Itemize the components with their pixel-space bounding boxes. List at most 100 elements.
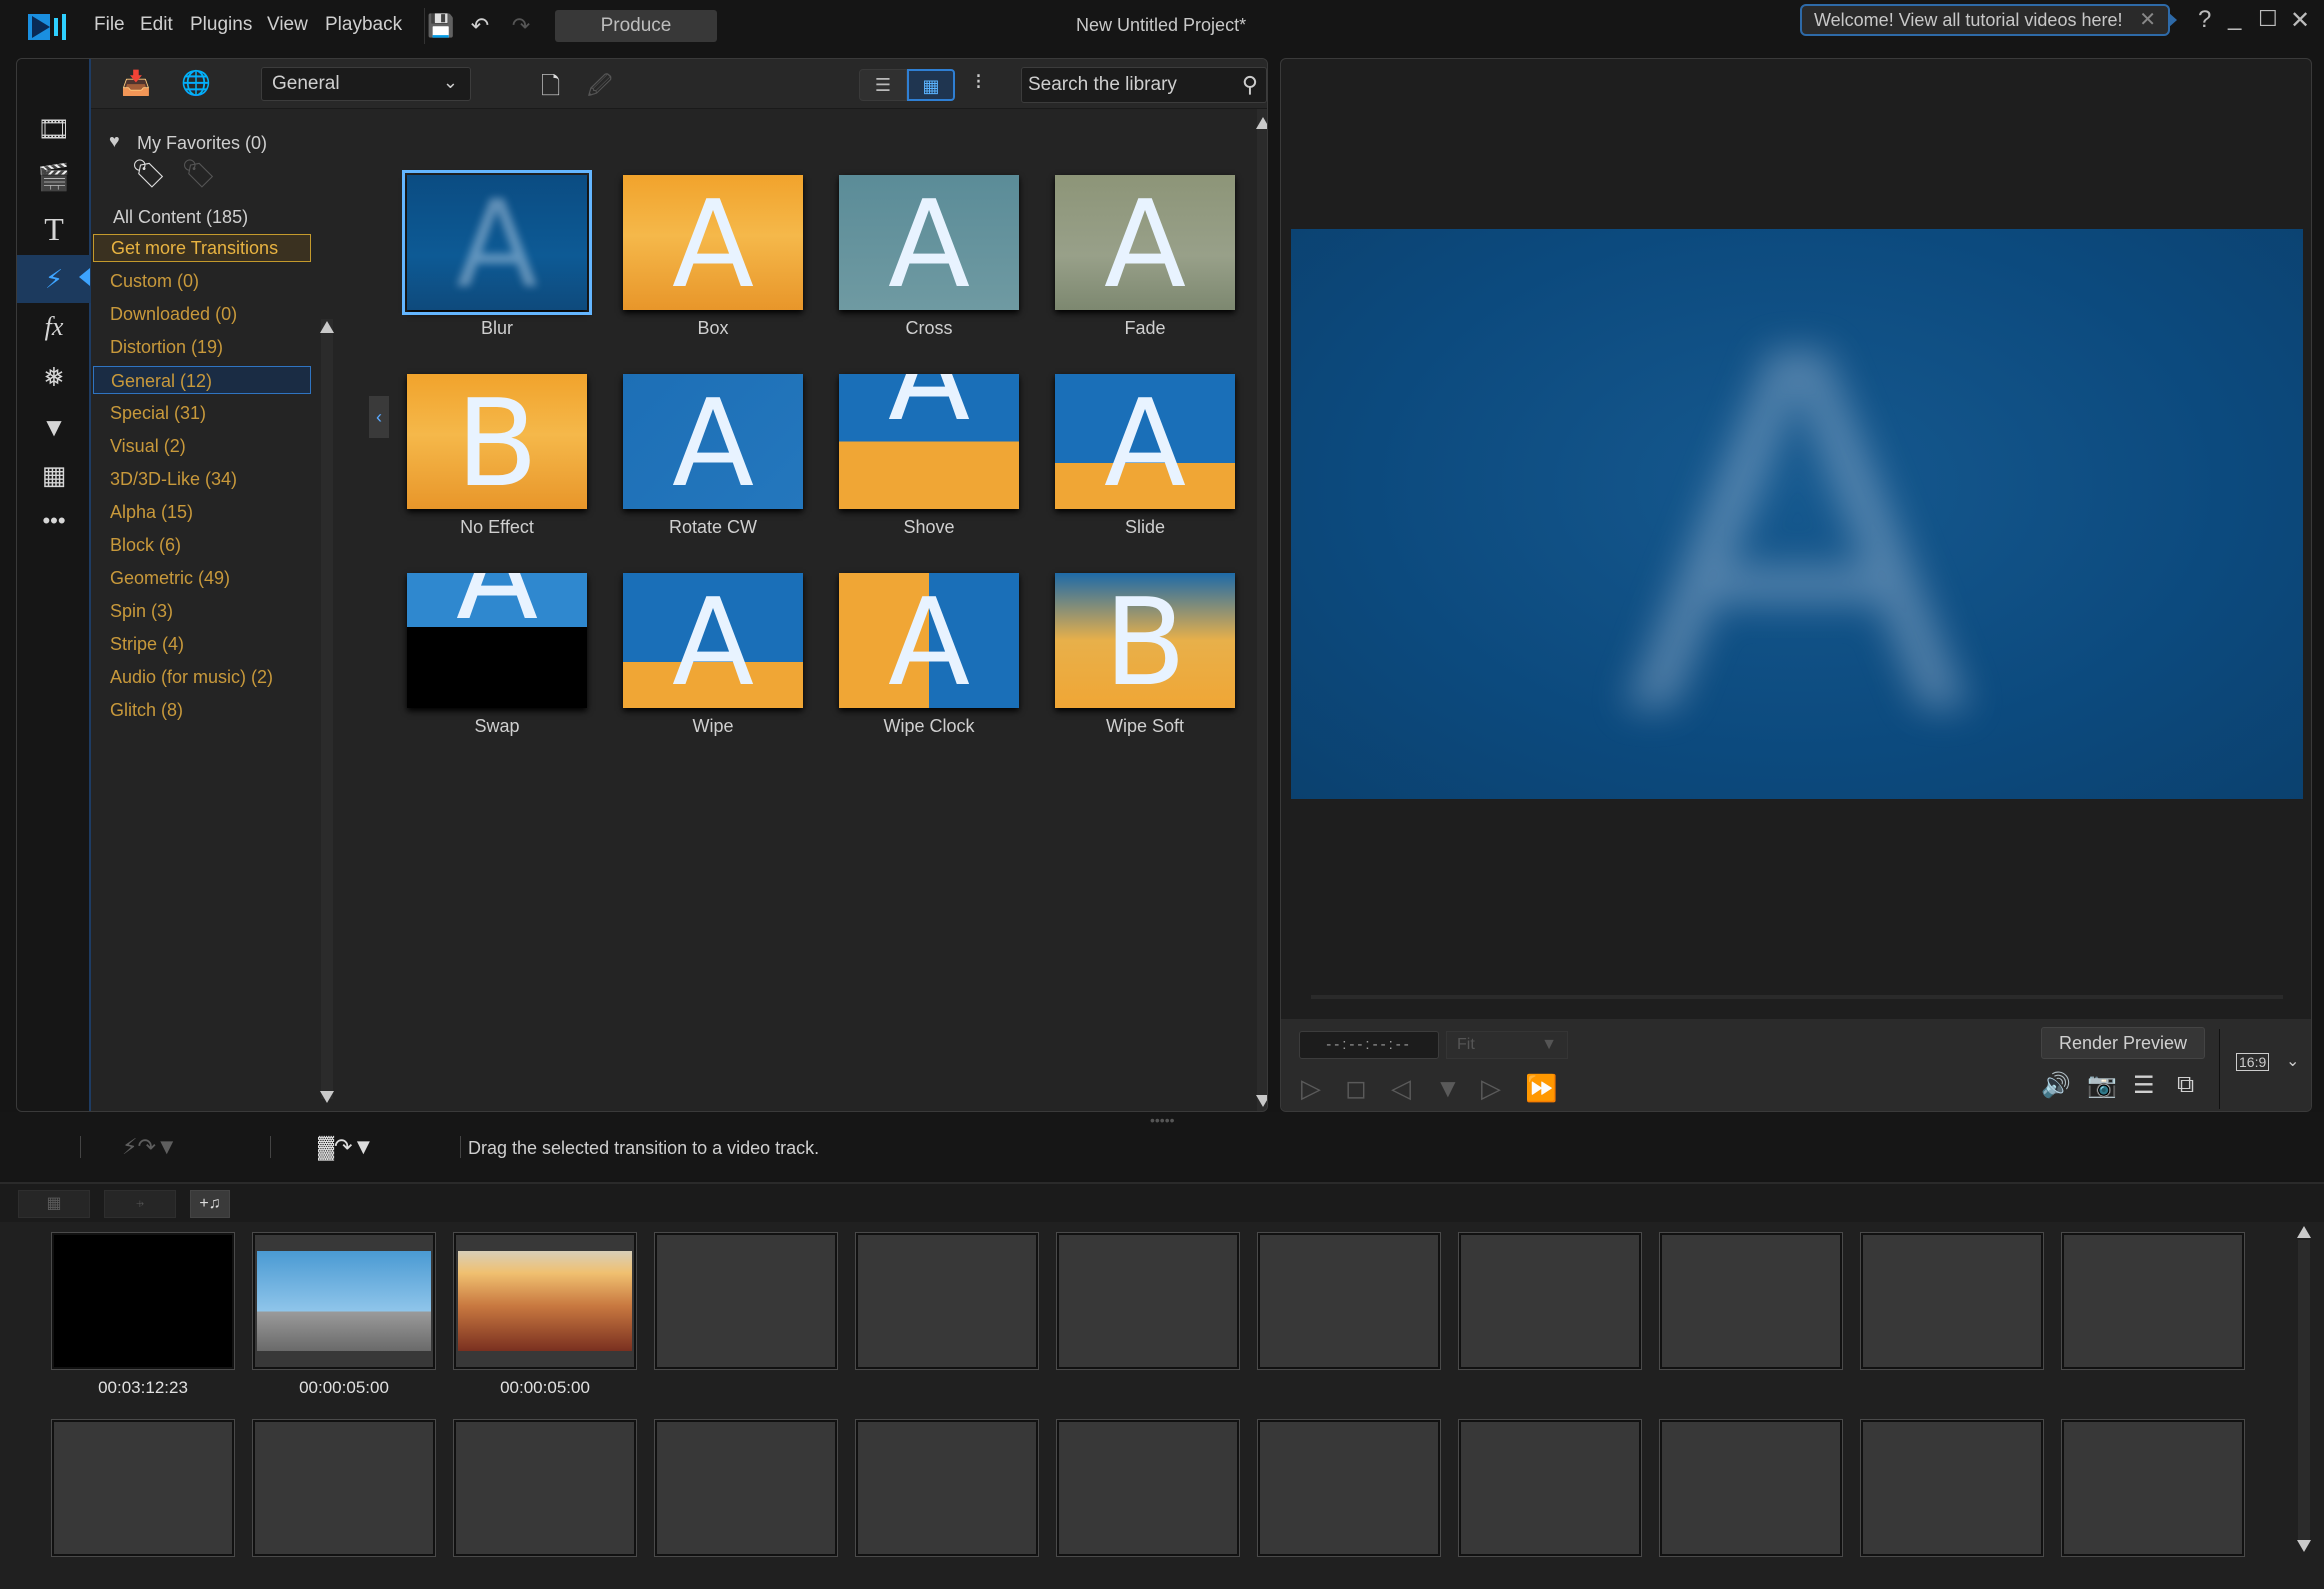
storyboard-slot[interactable] [855, 1419, 1039, 1557]
volume-icon[interactable]: 🔊 [2041, 1071, 2071, 1100]
render-preview-button[interactable]: Render Preview [2041, 1027, 2205, 1059]
transition-tile[interactable]: A Cross [839, 175, 1019, 339]
play-icon[interactable]: ▷ [1301, 1073, 1321, 1104]
save-icon[interactable]: 💾 [426, 12, 456, 40]
edit-file-icon[interactable]: 🖉 [587, 69, 613, 110]
add-tag-icon[interactable]: 🏷 [131, 157, 167, 190]
storyboard-slot[interactable] [654, 1232, 838, 1370]
transition-tile[interactable]: A Wipe Clock [839, 573, 1019, 737]
category-item[interactable]: Visual (2) [93, 432, 311, 460]
split-icon[interactable]: ▼ [1435, 1073, 1461, 1104]
apply-to-all-icon[interactable]: ⚡↷▼ [122, 1134, 178, 1160]
maximize-icon[interactable]: ☐ [2258, 6, 2278, 32]
storyboard-slot[interactable] [1257, 1232, 1441, 1370]
close-icon[interactable]: ✕ [2290, 6, 2310, 35]
transition-tile[interactable]: B Wipe Soft [1055, 573, 1235, 737]
storyboard-slot[interactable] [855, 1232, 1039, 1370]
close-tooltip-icon[interactable]: ✕ [2139, 6, 2156, 34]
import-media-icon[interactable]: 📥 [121, 69, 151, 98]
storyboard-slot[interactable] [453, 1232, 637, 1370]
transition-tile[interactable]: A Blur [402, 170, 592, 339]
category-item[interactable]: Custom (0) [93, 267, 311, 295]
category-item[interactable]: Special (31) [93, 399, 311, 427]
storyboard-slot[interactable] [453, 1419, 637, 1557]
storyboard-slot[interactable] [1860, 1419, 2044, 1557]
my-favorites[interactable]: My Favorites (0) [137, 133, 267, 154]
transition-tile[interactable]: B No Effect [407, 374, 587, 538]
effect-room-icon[interactable]: fx [17, 303, 91, 351]
all-content[interactable]: All Content (185) [113, 207, 248, 228]
category-dropdown[interactable]: General ⌄ [261, 67, 471, 101]
transition-tile[interactable]: A Swap [407, 573, 587, 737]
category-item[interactable]: Block (6) [93, 531, 311, 559]
category-item[interactable]: Spin (3) [93, 597, 311, 625]
undo-icon[interactable]: ↶ [465, 12, 495, 40]
storyboard-slot[interactable] [1056, 1419, 1240, 1557]
menu-file[interactable]: File [94, 14, 125, 36]
welcome-tooltip[interactable]: Welcome! View all tutorial videos here! … [1800, 4, 2170, 36]
category-item[interactable]: Glitch (8) [93, 696, 311, 724]
new-file-icon[interactable]: 🗋 [541, 69, 560, 110]
transition-tile[interactable]: A Shove [839, 374, 1019, 538]
storyboard-slot[interactable] [1860, 1232, 2044, 1370]
storyboard-slot[interactable] [252, 1419, 436, 1557]
category-item[interactable]: 3D/3D-Like (34) [93, 465, 311, 493]
storyboard-slot[interactable] [1056, 1232, 1240, 1370]
sort-icon[interactable]: ⁝ [975, 69, 982, 95]
grid-scroll-up-icon[interactable] [1256, 117, 1267, 129]
category-scrollbar[interactable] [321, 319, 333, 1099]
category-item[interactable]: Geometric (49) [93, 564, 311, 592]
subtitle-list-icon[interactable]: ☰ [2133, 1071, 2155, 1100]
list-view-button[interactable]: ☰ [859, 69, 907, 101]
storyboard-slot[interactable] [1659, 1419, 1843, 1557]
transition-tile[interactable]: A Fade [1055, 175, 1235, 339]
storyboard-scroll-up-icon[interactable] [2297, 1226, 2311, 1238]
add-music-tab[interactable]: +♫ [190, 1190, 230, 1218]
fast-forward-icon[interactable]: ⏩ [1525, 1073, 1557, 1104]
transition-tile[interactable]: A Wipe [623, 573, 803, 737]
category-item[interactable]: Alpha (15) [93, 498, 311, 526]
aspect-ratio-button[interactable]: 16:9 [2236, 1053, 2270, 1071]
zoom-select[interactable]: Fit ▼ [1446, 1031, 1568, 1059]
playback-slider[interactable] [1311, 995, 2283, 999]
get-more-transitions-button[interactable]: Get more Transitions [93, 234, 311, 262]
fit-view-tab[interactable]: ⍆ [104, 1190, 176, 1218]
storyboard-slot[interactable] [2061, 1232, 2245, 1370]
storyboard-slot[interactable] [1257, 1419, 1441, 1557]
transition-behavior-icon[interactable]: ▓↷▼ [318, 1134, 374, 1160]
minimize-icon[interactable]: _ [2228, 4, 2241, 32]
snapshot-icon[interactable]: 📷 [2087, 1071, 2117, 1100]
menu-view[interactable]: View [267, 14, 308, 36]
aspect-chevron-icon[interactable]: ⌄ [2286, 1051, 2299, 1071]
storyboard-slot[interactable] [51, 1419, 235, 1557]
storyboard-slot[interactable] [51, 1232, 235, 1370]
timeline-view-tab[interactable]: ▦ [18, 1190, 90, 1218]
download-content-icon[interactable]: 🌐 [181, 69, 211, 98]
menu-playback[interactable]: Playback [325, 14, 402, 36]
category-item[interactable]: General (12) [93, 366, 311, 394]
template-room-icon[interactable]: 🎬 [17, 153, 91, 201]
category-item[interactable]: Distortion (19) [93, 333, 311, 361]
storyboard-slot[interactable] [654, 1419, 838, 1557]
undock-icon[interactable]: ⧉ [2177, 1071, 2194, 1099]
storyboard-slot[interactable] [252, 1232, 436, 1370]
search-icon[interactable]: ⚲ [1242, 68, 1258, 102]
grid-view-button[interactable]: ▦ [907, 69, 955, 101]
next-frame-icon[interactable]: ▷ [1481, 1073, 1501, 1104]
timecode-field[interactable]: --:--:--:-- [1299, 1031, 1439, 1059]
category-item[interactable]: Audio (for music) (2) [93, 663, 311, 691]
media-room-icon[interactable]: 🎞 [17, 105, 91, 153]
storyboard-slot[interactable] [1659, 1232, 1843, 1370]
subtitle-room-icon[interactable]: ▦ [17, 451, 91, 499]
title-room-icon[interactable]: T [17, 205, 91, 253]
scroll-down-icon[interactable] [320, 1091, 334, 1103]
particle-room-icon[interactable]: ▼ [17, 403, 91, 451]
transition-tile[interactable]: A Slide [1055, 374, 1235, 538]
resize-handle[interactable]: ••••• [1150, 1112, 1175, 1128]
remove-tag-icon[interactable]: 🏷 [181, 157, 217, 190]
menu-edit[interactable]: Edit [140, 14, 173, 36]
transition-tile[interactable]: A Rotate CW [623, 374, 803, 538]
pip-room-icon[interactable]: ❅ [17, 353, 91, 401]
transition-tile[interactable]: A Box [623, 175, 803, 339]
storyboard-slot[interactable] [1458, 1232, 1642, 1370]
